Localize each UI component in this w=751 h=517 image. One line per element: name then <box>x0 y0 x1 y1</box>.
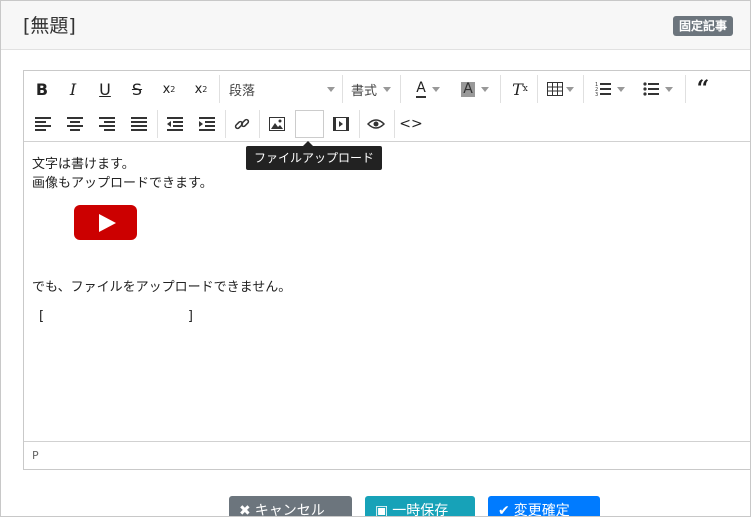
toolbar-separator <box>225 110 226 138</box>
save-button[interactable]: ▣ 一時保存 <box>365 496 475 517</box>
content-line: 画像もアップロードできます。 <box>32 176 213 191</box>
unordered-list-icon[interactable] <box>637 75 679 103</box>
font-color-icon[interactable]: A <box>408 75 448 103</box>
toolbar-separator <box>537 75 538 103</box>
strikethrough-icon[interactable]: S <box>123 75 151 103</box>
blockquote-icon[interactable]: “ <box>689 75 717 103</box>
rich-text-editor: B I U S x2 x2 段落 書式 A A T x 1 2 3 “ <> 文… <box>23 70 750 470</box>
chevron-down-icon <box>617 86 625 92</box>
status-badge: 固定記事 <box>673 16 734 36</box>
underline-icon[interactable]: U <box>91 75 119 103</box>
file-upload-icon[interactable] <box>295 110 324 138</box>
link-icon[interactable] <box>228 110 256 138</box>
close-icon: ✖ <box>239 503 251 517</box>
content-line: でも、ファイルをアップロードできません。 <box>32 280 292 295</box>
chevron-down-icon <box>383 86 392 92</box>
tooltip: ファイルアップロード <box>246 141 383 170</box>
align-left-icon[interactable] <box>29 110 57 138</box>
chevron-down-icon <box>431 86 440 92</box>
preview-icon[interactable] <box>362 110 390 138</box>
confirm-button[interactable]: ✔ 変更確定 <box>488 496 600 517</box>
style-dropdown-label: 書式 <box>351 83 378 99</box>
align-justify-icon[interactable] <box>125 110 153 138</box>
table-icon[interactable] <box>542 75 578 103</box>
subscript-icon[interactable]: x2 <box>155 75 183 103</box>
toolbar-separator <box>500 75 501 103</box>
toolbar-row-2: <> <box>24 107 750 141</box>
play-icon <box>98 213 116 232</box>
chevron-down-icon <box>565 86 574 92</box>
background-color-icon[interactable]: A <box>454 75 496 103</box>
paragraph-dropdown-label: 段落 <box>229 83 256 99</box>
toolbar-separator <box>342 75 343 103</box>
toolbar-row-1: B I U S x2 x2 段落 書式 A A T x 1 2 3 “ <box>24 72 750 106</box>
image-icon[interactable] <box>263 110 291 138</box>
video-icon[interactable] <box>327 110 355 138</box>
align-right-icon[interactable] <box>93 110 121 138</box>
editor-toolbar: B I U S x2 x2 段落 書式 A A T x 1 2 3 “ <> <box>24 71 750 142</box>
file-placeholder: [ ] <box>39 309 193 325</box>
italic-icon[interactable]: I <box>59 75 87 103</box>
bold-icon[interactable]: B <box>28 75 56 103</box>
floppy-icon: ▣ <box>375 503 389 517</box>
check-icon: ✔ <box>498 503 510 517</box>
chevron-down-icon <box>327 86 336 92</box>
bracket-close: ] <box>187 309 193 324</box>
page-title: [無題] <box>23 15 76 37</box>
toolbar-separator <box>394 110 395 138</box>
ordered-list-icon[interactable]: 123 <box>589 75 631 103</box>
source-code-icon[interactable]: <> <box>397 110 425 138</box>
align-center-icon[interactable] <box>61 110 89 138</box>
toolbar-separator <box>157 110 158 138</box>
chevron-down-icon <box>480 86 489 92</box>
bracket-open: [ <box>39 309 45 324</box>
cancel-button[interactable]: ✖ キャンセル <box>229 496 352 517</box>
toolbar-separator <box>259 110 260 138</box>
toolbar-separator <box>219 75 220 103</box>
style-dropdown[interactable]: 書式 <box>351 75 396 103</box>
indent-icon[interactable] <box>193 110 221 138</box>
outdent-icon[interactable] <box>161 110 189 138</box>
element-path: P <box>32 449 39 462</box>
toolbar-separator <box>400 75 401 103</box>
video-embed[interactable] <box>74 205 137 240</box>
toolbar-separator <box>685 75 686 103</box>
main-window: [無題] 固定記事 B I U S x2 x2 段落 書式 A A T x 1 … <box>0 0 751 517</box>
confirm-button-label: 変更確定 <box>513 503 570 517</box>
paragraph-dropdown[interactable]: 段落 <box>229 75 339 103</box>
cancel-button-label: キャンセル <box>254 503 325 517</box>
save-button-label: 一時保存 <box>392 503 449 517</box>
toolbar-separator <box>359 110 360 138</box>
superscript-icon[interactable]: x2 <box>187 75 215 103</box>
page-header: [無題] 固定記事 <box>1 1 750 50</box>
clear-format-icon[interactable]: Tx <box>506 75 534 103</box>
toolbar-separator <box>583 75 584 103</box>
svg-text:3: 3 <box>595 92 598 97</box>
editor-statusbar: P <box>24 441 750 470</box>
chevron-down-icon <box>665 86 673 92</box>
